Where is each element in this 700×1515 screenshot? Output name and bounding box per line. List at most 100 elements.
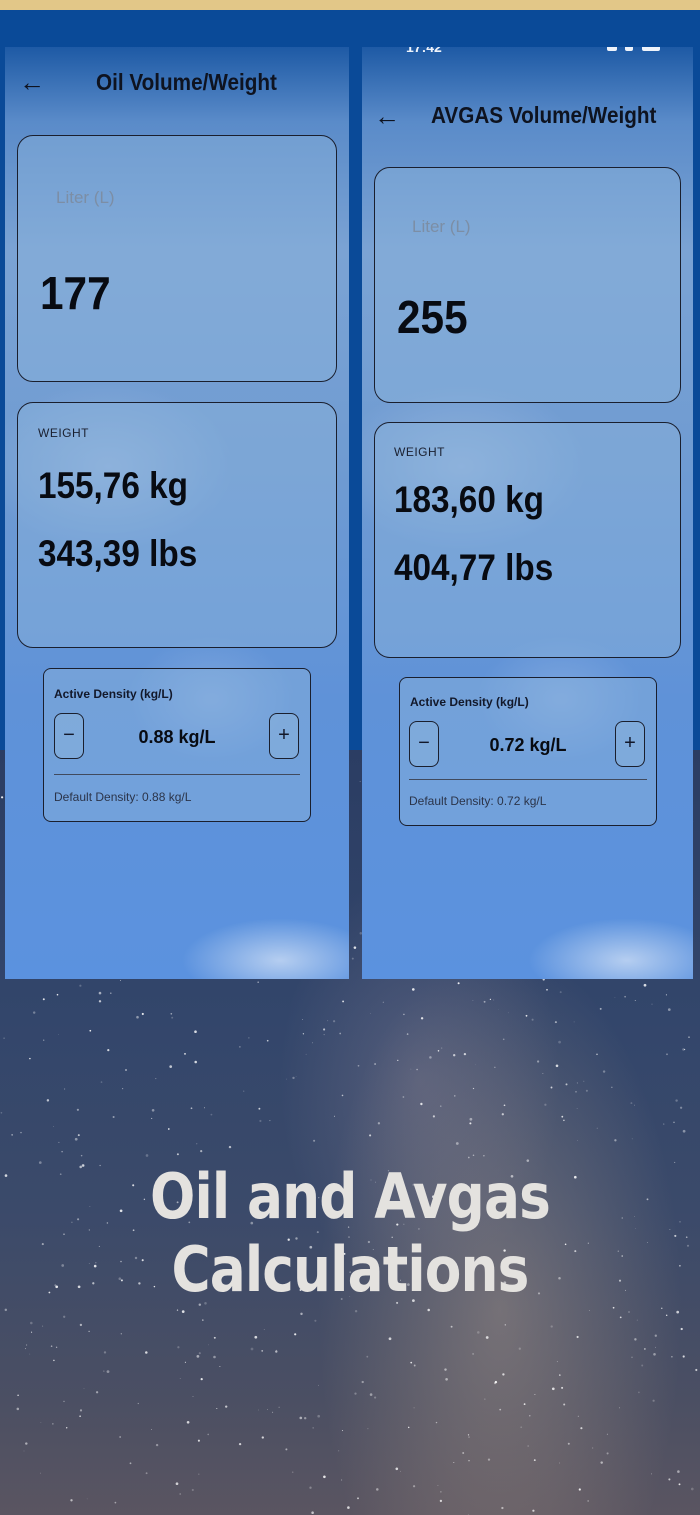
star — [520, 1426, 523, 1429]
star — [542, 1073, 544, 1075]
star — [677, 1470, 680, 1473]
star — [225, 1405, 228, 1408]
star — [80, 1154, 83, 1157]
star — [194, 1030, 197, 1034]
increment-density-button[interactable]: + — [269, 713, 299, 759]
star — [207, 1344, 209, 1346]
star — [559, 991, 562, 994]
star — [641, 1364, 644, 1367]
star — [631, 1356, 633, 1359]
star — [30, 1321, 33, 1325]
star — [4, 1308, 8, 1312]
back-arrow-icon[interactable]: ← — [19, 69, 45, 95]
star — [56, 993, 59, 996]
star — [567, 1442, 570, 1445]
star — [155, 1078, 157, 1080]
star — [216, 1407, 218, 1410]
back-arrow-icon[interactable]: ← — [374, 103, 400, 129]
star — [400, 1470, 401, 1472]
density-divider — [409, 779, 647, 780]
weight-card: WEIGHT 183,60 kg 404,77 lbs — [374, 422, 681, 658]
star — [11, 1134, 13, 1136]
liter-input-value[interactable]: 255 — [397, 290, 468, 344]
star — [79, 1409, 83, 1412]
star — [24, 1348, 26, 1350]
star — [583, 1080, 585, 1082]
star — [70, 1499, 73, 1502]
star — [323, 1028, 326, 1031]
star — [317, 1414, 321, 1418]
star — [66, 1427, 68, 1429]
star — [494, 1066, 496, 1068]
star — [191, 1488, 194, 1492]
weight-card: WEIGHT 155,76 kg 343,39 lbs — [17, 402, 337, 648]
star — [323, 1034, 325, 1036]
star — [318, 1384, 319, 1386]
decrement-density-button[interactable]: − — [54, 713, 84, 759]
star — [527, 1445, 530, 1447]
weight-label: WEIGHT — [38, 426, 89, 440]
star — [46, 1099, 50, 1102]
star — [170, 1012, 173, 1015]
star — [631, 1138, 633, 1140]
star — [369, 1393, 373, 1396]
star — [536, 1060, 540, 1063]
star — [614, 996, 616, 998]
liter-input-value[interactable]: 177 — [40, 266, 111, 320]
default-density-text: Default Density: 0.88 kg/L — [54, 790, 192, 804]
star — [531, 1018, 534, 1021]
star — [611, 1086, 613, 1088]
star — [29, 1057, 31, 1060]
star — [439, 1499, 443, 1503]
star — [554, 1021, 557, 1024]
liter-input-card[interactable]: Liter (L) 255 — [374, 167, 681, 403]
star — [100, 1081, 103, 1083]
star — [455, 1142, 459, 1145]
star — [103, 1370, 105, 1372]
star — [472, 1087, 475, 1090]
star — [679, 1106, 683, 1109]
star — [269, 1120, 271, 1122]
star — [53, 1359, 55, 1362]
plus-icon: + — [624, 732, 636, 754]
star — [32, 1011, 36, 1014]
star — [532, 1509, 535, 1512]
star — [254, 1335, 258, 1339]
star — [489, 998, 492, 1001]
star — [561, 1386, 564, 1389]
star — [600, 1461, 603, 1464]
star — [179, 1378, 181, 1379]
star — [361, 1380, 364, 1384]
star — [427, 1308, 430, 1312]
star — [634, 1338, 637, 1341]
star — [197, 1439, 200, 1442]
star — [207, 1433, 210, 1436]
weight-label: WEIGHT — [394, 445, 445, 459]
star — [263, 1329, 265, 1330]
star — [312, 1042, 314, 1044]
star — [445, 1377, 448, 1381]
star — [457, 982, 460, 985]
star — [483, 1155, 485, 1157]
star — [196, 1143, 198, 1145]
increment-density-button[interactable]: + — [615, 721, 645, 767]
decrement-density-button[interactable]: − — [409, 721, 439, 767]
liter-input-label: Liter (L) — [56, 188, 115, 207]
liter-input-card[interactable]: Liter (L) 177 — [17, 135, 337, 382]
star — [494, 1380, 498, 1384]
star — [376, 1488, 379, 1491]
density-divider — [54, 774, 300, 775]
star — [563, 1403, 566, 1406]
star — [353, 946, 357, 949]
star — [475, 1064, 476, 1066]
star — [309, 1486, 312, 1489]
star — [295, 1076, 297, 1077]
star — [261, 1436, 264, 1439]
star — [558, 1040, 561, 1044]
star — [311, 1511, 314, 1514]
star — [0, 1111, 3, 1114]
star — [576, 1140, 578, 1141]
star — [77, 1134, 80, 1137]
star — [184, 1361, 186, 1363]
star — [79, 1415, 81, 1417]
